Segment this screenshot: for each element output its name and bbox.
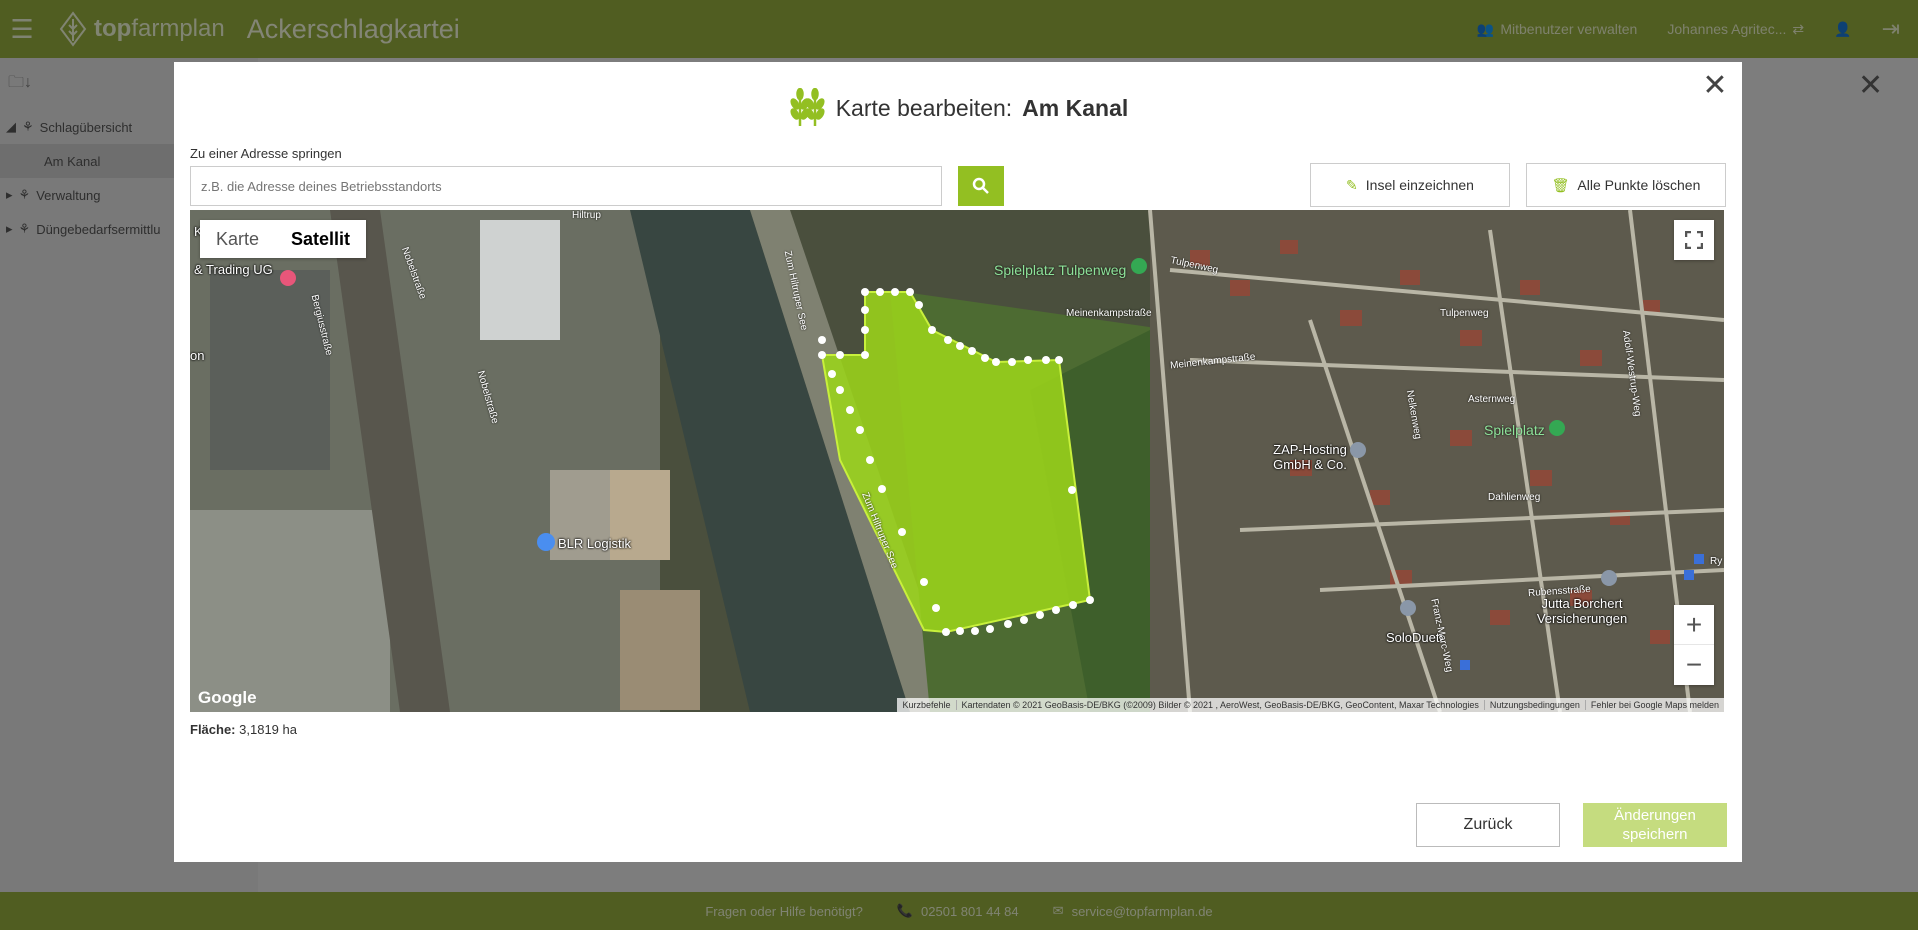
map-label-ry: Ry — [1710, 556, 1723, 567]
back-button[interactable]: Zurück — [1416, 803, 1560, 847]
map-label-tulpenweg-2: Tulpenweg — [1440, 308, 1489, 319]
map-type-satellit[interactable]: Satellit — [275, 220, 366, 258]
map-label-zap-hosting: ZAP-Hosting GmbH & Co. — [1273, 442, 1347, 472]
fullscreen-button[interactable] — [1674, 220, 1714, 260]
zoom-in-button[interactable]: + — [1674, 605, 1714, 645]
draw-island-button[interactable]: ✎ Insel einzeichnen — [1310, 163, 1510, 207]
background-close-icon[interactable]: ✕ — [1858, 68, 1883, 103]
trash-icon: 🗑 — [1551, 176, 1570, 193]
map-label-on: on — [190, 348, 205, 363]
area-label: Fläche: — [190, 722, 236, 737]
search-icon — [972, 177, 989, 194]
modal-title-prefix: Karte bearbeiten: — [835, 94, 1013, 121]
address-search-input[interactable] — [190, 166, 942, 206]
google-logo: Google — [198, 688, 257, 707]
modal-title-field: Am Kanal — [1022, 94, 1129, 121]
edit-map-modal: ✕ Karte bearbeiten: Am Kanal Zu einer Ad… — [174, 62, 1742, 862]
shortcuts-link[interactable]: Kurzbefehle — [897, 700, 955, 710]
map-label-hiltrup: Hiltrup — [572, 210, 601, 221]
pencil-icon: ✎ — [1346, 176, 1358, 193]
zoom-control: + − — [1674, 605, 1714, 685]
map-label-dahlienweg: Dahlienweg — [1488, 492, 1541, 503]
map-label-blr: BLR Logistik — [558, 536, 631, 551]
fullscreen-icon — [1685, 231, 1703, 249]
area-info: Fläche: 3,1819 ha — [190, 722, 297, 737]
map-label-spielplatz: Spielplatz — [1484, 422, 1545, 438]
delete-points-label: Alle Punkte löschen — [1577, 177, 1701, 193]
address-search-button[interactable] — [958, 166, 1004, 206]
terms-link[interactable]: Nutzungsbedingungen — [1483, 700, 1585, 710]
map-label-trading: & Trading UG — [194, 262, 273, 277]
zoom-out-button[interactable]: − — [1674, 645, 1714, 685]
area-value: 3,1819 ha — [239, 722, 297, 737]
map-attribution: Kurzbefehle Kartendaten © 2021 GeoBasis-… — [897, 698, 1724, 712]
map-label-spielplatz-tulpenweg: Spielplatz Tulpenweg — [994, 262, 1127, 278]
map-type-control: Karte Satellit — [200, 220, 367, 258]
map-label-asternweg: Asternweg — [1468, 394, 1516, 405]
report-error-link[interactable]: Fehler bei Google Maps melden — [1584, 700, 1724, 710]
map-type-karte[interactable]: Karte — [200, 220, 275, 258]
satellite-map[interactable]: & Trading UG BLR Logistik Spielplatz Tul… — [190, 210, 1724, 712]
save-changes-button[interactable]: Änderungen speichern — [1583, 803, 1727, 847]
address-label: Zu einer Adresse springen — [190, 146, 342, 161]
modal-title: Karte bearbeiten: Am Kanal — [174, 88, 1742, 128]
draw-island-label: Insel einzeichnen — [1365, 177, 1474, 193]
delete-points-button[interactable]: 🗑 Alle Punkte löschen — [1526, 163, 1726, 207]
map-data-text: Kartendaten © 2021 GeoBasis-DE/BKG (©200… — [955, 700, 1484, 710]
wheat-icon — [790, 88, 825, 126]
map-label-jutta: Jutta Borchert Versicherungen — [1536, 596, 1628, 626]
map-label-meinenkamp-1: Meinenkampstraße — [1066, 308, 1152, 319]
